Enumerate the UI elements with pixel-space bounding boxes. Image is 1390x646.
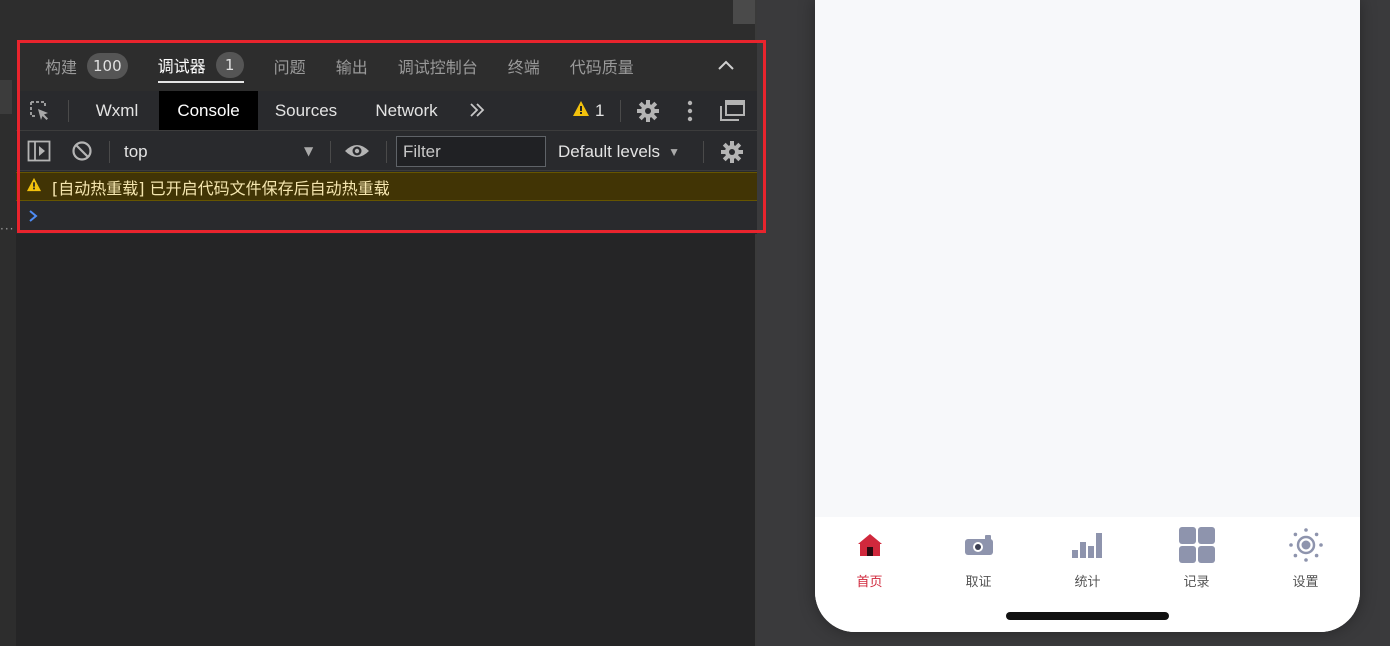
clear-console-icon[interactable] [71,140,93,166]
live-expression-eye-icon[interactable] [344,141,370,165]
warning-triangle-icon [26,177,42,196]
warning-triangle-icon [572,100,590,121]
editor-scrollbar[interactable] [733,0,755,24]
warning-text: [自动热重载] 已开启代码文件保存后自动热重载 [52,178,390,198]
tabbar-item-home[interactable]: 首页 [815,517,924,597]
tab-debug-console[interactable]: 调试控制台 [398,49,478,83]
tab-terminal-label: 终端 [507,58,540,77]
prompt-chevron-icon [28,208,38,227]
devtools-settings-gear-icon[interactable] [636,99,660,127]
toolbar-separator [703,141,704,163]
chevron-up-icon[interactable] [716,54,736,78]
bar-chart-icon [1068,526,1108,564]
home-indicator-bar [1006,612,1169,620]
home-icon [850,526,890,564]
editor-area [16,0,757,40]
toolbar-separator [620,100,621,122]
tab-network[interactable]: Network [360,91,453,130]
phone-simulator: 首页 取证 统计 记录 设置 [815,0,1360,632]
tabbar-label-home: 首页 [856,575,883,590]
toolbar-separator [109,141,110,163]
camera-icon [959,526,999,564]
debug-panel: 构建 100 调试器 1 问题 输出 调试控制台 终端 代码质量 Wxml Co… [16,40,757,234]
tab-problems[interactable]: 问题 [274,49,306,83]
ide-workspace: ··· 构建 100 调试器 1 问题 输出 调试控制台 终端 代码质量 Wxm… [0,0,766,646]
tab-code-quality-label: 代码质量 [569,58,634,77]
tab-build-label: 构建 [45,58,78,77]
tab-debug-console-label: 调试控制台 [397,58,478,77]
inspect-element-icon[interactable] [28,99,52,127]
gutter-marker [0,80,12,114]
tabbar-label-records: 记录 [1183,575,1210,590]
devtools-toolbar: Wxml Console Sources Network 1 [16,91,757,131]
tab-debugger-label: 调试器 [157,57,206,76]
build-count-badge: 100 [87,53,128,79]
filter-input[interactable] [396,136,546,167]
simulator-edge [1360,0,1390,646]
context-value: top [124,141,148,161]
log-levels-label: Default levels [558,141,661,161]
toolbar-separator [386,141,387,163]
context-selector[interactable]: top [124,132,324,171]
tabbar-label-evidence: 取证 [965,575,992,590]
panel-tab-bar: 构建 100 调试器 1 问题 输出 调试控制台 终端 代码质量 [16,40,757,92]
tabbar-item-settings[interactable]: 设置 [1251,517,1360,597]
tabbar-item-evidence[interactable]: 取证 [924,517,1033,597]
tabbar-label-settings: 设置 [1292,575,1319,590]
dropdown-arrow-icon: ▼ [668,144,680,159]
dropdown-arrow-icon: ▼ [304,144,314,158]
tab-terminal[interactable]: 终端 [508,49,540,83]
grid-icon [1177,526,1217,564]
tabbar-item-statistics[interactable]: 统计 [1033,517,1142,597]
more-tabs-icon[interactable] [468,100,486,124]
left-gutter: ··· [0,0,16,646]
tab-code-quality[interactable]: 代码质量 [570,49,634,83]
tab-console[interactable]: Console [159,91,258,130]
toolbar-separator [330,141,331,163]
tab-output[interactable]: 输出 [336,49,368,83]
settings-sun-icon [1286,526,1326,564]
toolbar-separator [68,100,69,122]
warning-count: 1 [595,100,605,120]
console-prompt[interactable] [16,202,757,232]
tab-problems-label: 问题 [273,58,306,77]
tab-sources[interactable]: Sources [262,91,350,130]
tabbar-item-records[interactable]: 记录 [1142,517,1251,597]
undock-window-icon[interactable] [718,99,746,127]
debugger-count-badge: 1 [215,52,244,78]
more-dots-icon[interactable]: ··· [0,222,14,236]
tab-output-label: 输出 [335,58,368,77]
mini-program-tabbar: 首页 取证 统计 记录 设置 [815,517,1360,632]
warning-counter[interactable]: 1 [572,100,604,121]
log-levels-dropdown[interactable]: Default levels ▼ [558,132,680,171]
tab-debugger[interactable]: 调试器 1 [157,49,244,83]
sidebar-toggle-icon[interactable] [27,140,51,166]
console-settings-gear-icon[interactable] [720,140,744,168]
tab-wxml[interactable]: Wxml [78,91,156,130]
tabbar-label-statistics: 统计 [1074,575,1101,590]
kebab-menu-icon[interactable] [680,99,700,127]
tab-build[interactable]: 构建 100 [45,49,128,83]
console-toolbar: top ▼ Default levels ▼ [16,132,757,171]
console-warning-message[interactable]: [自动热重载] 已开启代码文件保存后自动热重载 [16,172,757,201]
